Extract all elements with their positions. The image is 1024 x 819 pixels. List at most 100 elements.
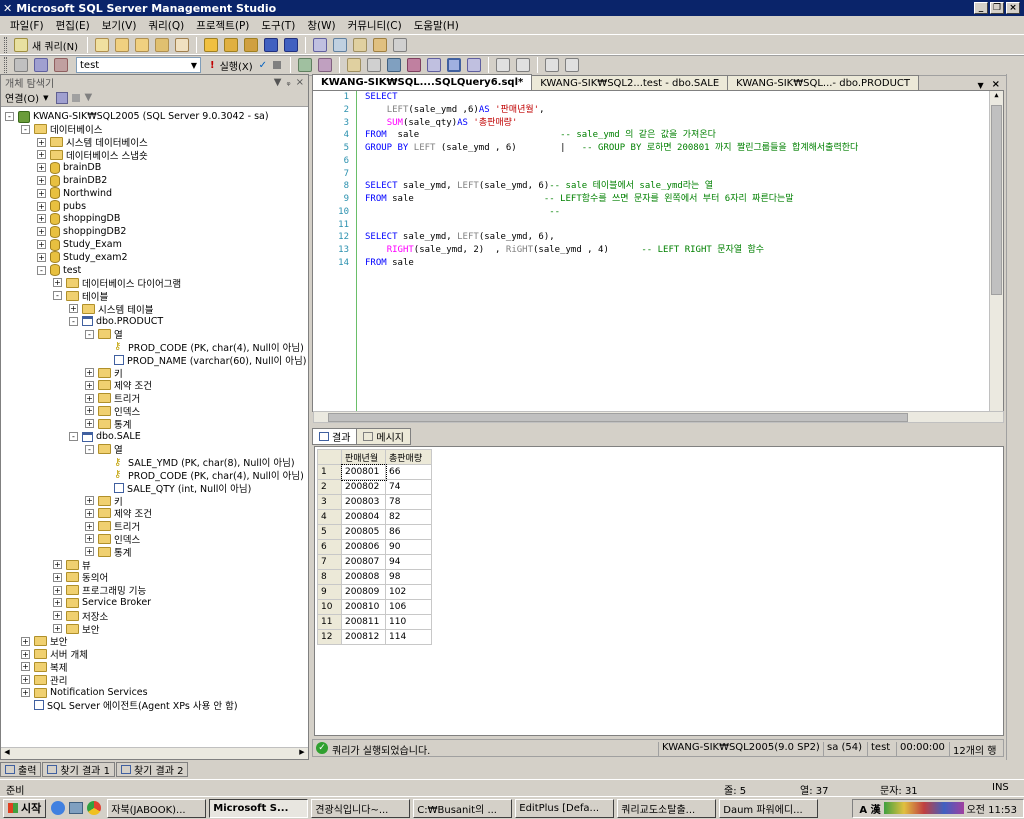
- intellisense-icon[interactable]: [367, 58, 382, 72]
- results-to-file-icon[interactable]: [467, 58, 482, 72]
- table-row[interactable]: 5 200805 86: [317, 524, 432, 540]
- row-number[interactable]: 5: [317, 524, 342, 540]
- tree-node[interactable]: + Study_exam2: [37, 251, 128, 264]
- add-item-icon[interactable]: [224, 38, 239, 52]
- registered-servers-icon[interactable]: [313, 38, 328, 52]
- tree-node[interactable]: + 프로그래밍 기능: [53, 584, 146, 597]
- chevron-down-icon[interactable]: ▼: [188, 61, 200, 70]
- row-number[interactable]: 7: [317, 554, 342, 570]
- row-number[interactable]: 9: [317, 584, 342, 600]
- table-row[interactable]: 7 200807 94: [317, 554, 432, 570]
- tree-node[interactable]: + 서버 개체: [21, 648, 88, 661]
- new-query-button[interactable]: 새 쿼리(N): [32, 38, 78, 53]
- grid-cell[interactable]: 90: [385, 539, 432, 555]
- grid-cell[interactable]: 200808: [341, 569, 386, 585]
- table-row[interactable]: 11 200811 110: [317, 614, 432, 630]
- tray-icons[interactable]: [883, 802, 964, 814]
- grid-cell[interactable]: 200802: [341, 479, 386, 495]
- tree-node[interactable]: SQL Server 에이전트(Agent XPs 사용 안 함): [21, 699, 238, 712]
- menu-community[interactable]: 커뮤니티(C): [342, 18, 408, 33]
- mdx-query-icon[interactable]: [135, 38, 150, 52]
- expand-icon[interactable]: +: [37, 252, 46, 262]
- expand-icon[interactable]: +: [53, 560, 62, 569]
- include-actual-plan-icon[interactable]: [387, 58, 402, 72]
- tree-node[interactable]: + shoppingDB2: [37, 225, 126, 238]
- ime-icon[interactable]: A 漢: [859, 801, 880, 816]
- expand-icon[interactable]: +: [21, 636, 30, 646]
- collapse-icon[interactable]: -: [5, 112, 14, 121]
- expand-icon[interactable]: +: [85, 534, 94, 544]
- tab-dbo-product[interactable]: KWANG-SIK₩SQL...- dbo.PRODUCT: [727, 75, 919, 90]
- collapse-icon[interactable]: -: [85, 444, 94, 454]
- expand-icon[interactable]: +: [37, 201, 46, 211]
- tab-results[interactable]: 결과: [312, 428, 358, 445]
- object-explorer-icon[interactable]: [333, 38, 348, 52]
- grid-cell[interactable]: 82: [385, 509, 432, 525]
- results-grid[interactable]: 판매년월 총판매량 1 200801 66 2 200802 74 3 200803 78 4 20…: [317, 449, 432, 645]
- code-line[interactable]: FROM sale -- LEFT함수를 쓰면 문자를 왼쪽에서 부터 6자리 …: [365, 193, 858, 206]
- disconnect-icon[interactable]: [54, 58, 68, 72]
- execute-button[interactable]: 실행(X): [220, 58, 253, 73]
- tree-node[interactable]: + 키: [85, 494, 123, 508]
- expand-icon[interactable]: +: [85, 496, 94, 505]
- connect-icon[interactable]: [56, 91, 69, 104]
- open-file-icon[interactable]: [204, 38, 219, 52]
- expand-icon[interactable]: +: [53, 624, 62, 633]
- decrease-indent-icon[interactable]: [545, 58, 560, 72]
- code-line[interactable]: SELECT sale_ymd, LEFT(sale_ymd, 6),: [365, 231, 858, 244]
- results-to-text-icon[interactable]: [427, 58, 442, 72]
- expand-icon[interactable]: +: [37, 240, 46, 249]
- tree-node[interactable]: + 시스템 테이블: [69, 302, 153, 316]
- row-number[interactable]: 6: [317, 539, 342, 555]
- code-line[interactable]: FROM sale: [365, 257, 858, 270]
- grid-cell[interactable]: 200810: [341, 599, 386, 615]
- tree-node[interactable]: + Service Broker: [53, 596, 151, 609]
- tree-node[interactable]: + 트리거: [85, 392, 140, 405]
- menu-tools[interactable]: 도구(T): [255, 18, 301, 33]
- tree-node[interactable]: + 통계: [85, 417, 131, 431]
- grid-cell[interactable]: 200804: [341, 509, 386, 525]
- grid-corner[interactable]: [317, 449, 342, 465]
- taskbar-item-editplus[interactable]: EditPlus [Defa...: [515, 798, 615, 818]
- expand-icon[interactable]: +: [21, 649, 30, 659]
- query-designer-icon[interactable]: [318, 58, 333, 72]
- expand-icon[interactable]: +: [21, 688, 30, 697]
- grid-cell[interactable]: 78: [385, 494, 432, 510]
- save-icon[interactable]: [264, 38, 279, 52]
- grid-cell[interactable]: 110: [385, 614, 432, 630]
- taskbar-item-query-escape[interactable]: 쿼리교도소탈출...: [617, 798, 717, 818]
- code-line[interactable]: RIGHT(sale_ymd, 2) , RiGHT(sale_ymd , 4)…: [365, 244, 858, 257]
- restore-button[interactable]: ❐: [990, 2, 1004, 14]
- collapse-icon[interactable]: -: [69, 316, 78, 326]
- cancel-query-icon[interactable]: [273, 61, 282, 69]
- xmla-query-icon[interactable]: [175, 38, 190, 52]
- code-line[interactable]: SELECT: [365, 91, 858, 104]
- grid-cell[interactable]: 200811: [341, 614, 386, 630]
- expand-icon[interactable]: +: [85, 547, 94, 557]
- filter-icon[interactable]: ▼: [84, 92, 92, 103]
- expand-icon[interactable]: +: [21, 662, 30, 672]
- menu-query[interactable]: 쿼리(Q): [142, 18, 190, 33]
- taskbar-item-jabook[interactable]: 자북(JABOOK)...: [107, 798, 207, 818]
- expand-icon[interactable]: +: [85, 406, 94, 416]
- code-line[interactable]: SUM(sale_qty)AS '총판매량': [365, 117, 858, 130]
- menu-help[interactable]: 도움말(H): [408, 18, 465, 33]
- tab-dbo-sale[interactable]: KWANG-SIK₩SQL2...test - dbo.SALE: [531, 75, 729, 90]
- quicklaunch-desktop-icon[interactable]: [69, 802, 84, 814]
- sql-editor[interactable]: 1 2 3 4 5 6 7 8 9 10 11 12 13 14 SELECT LEFT(sale_ymd…: [312, 90, 1004, 412]
- scroll-thumb[interactable]: [991, 105, 1002, 295]
- taskbar-item-daum-editor[interactable]: Daum 파워에디...: [719, 798, 819, 818]
- tree-node[interactable]: + 트리거: [85, 520, 140, 533]
- database-engine-query-icon[interactable]: [95, 38, 110, 52]
- tree-node[interactable]: + 시스템 데이터베이스: [37, 136, 148, 149]
- tree-node[interactable]: SALE_QTY (int, Null이 아님): [101, 481, 251, 495]
- table-row[interactable]: 1 200801 66: [317, 463, 432, 481]
- row-number[interactable]: 11: [317, 614, 342, 630]
- row-number[interactable]: 3: [317, 494, 342, 510]
- minimize-button[interactable]: _: [974, 2, 988, 14]
- tree-node[interactable]: + 보안: [21, 635, 67, 648]
- grid-cell[interactable]: 200809: [341, 584, 386, 600]
- close-tab-icon[interactable]: ×: [988, 79, 1004, 90]
- menu-window[interactable]: 창(W): [301, 18, 341, 33]
- table-row[interactable]: 3 200803 78: [317, 494, 432, 510]
